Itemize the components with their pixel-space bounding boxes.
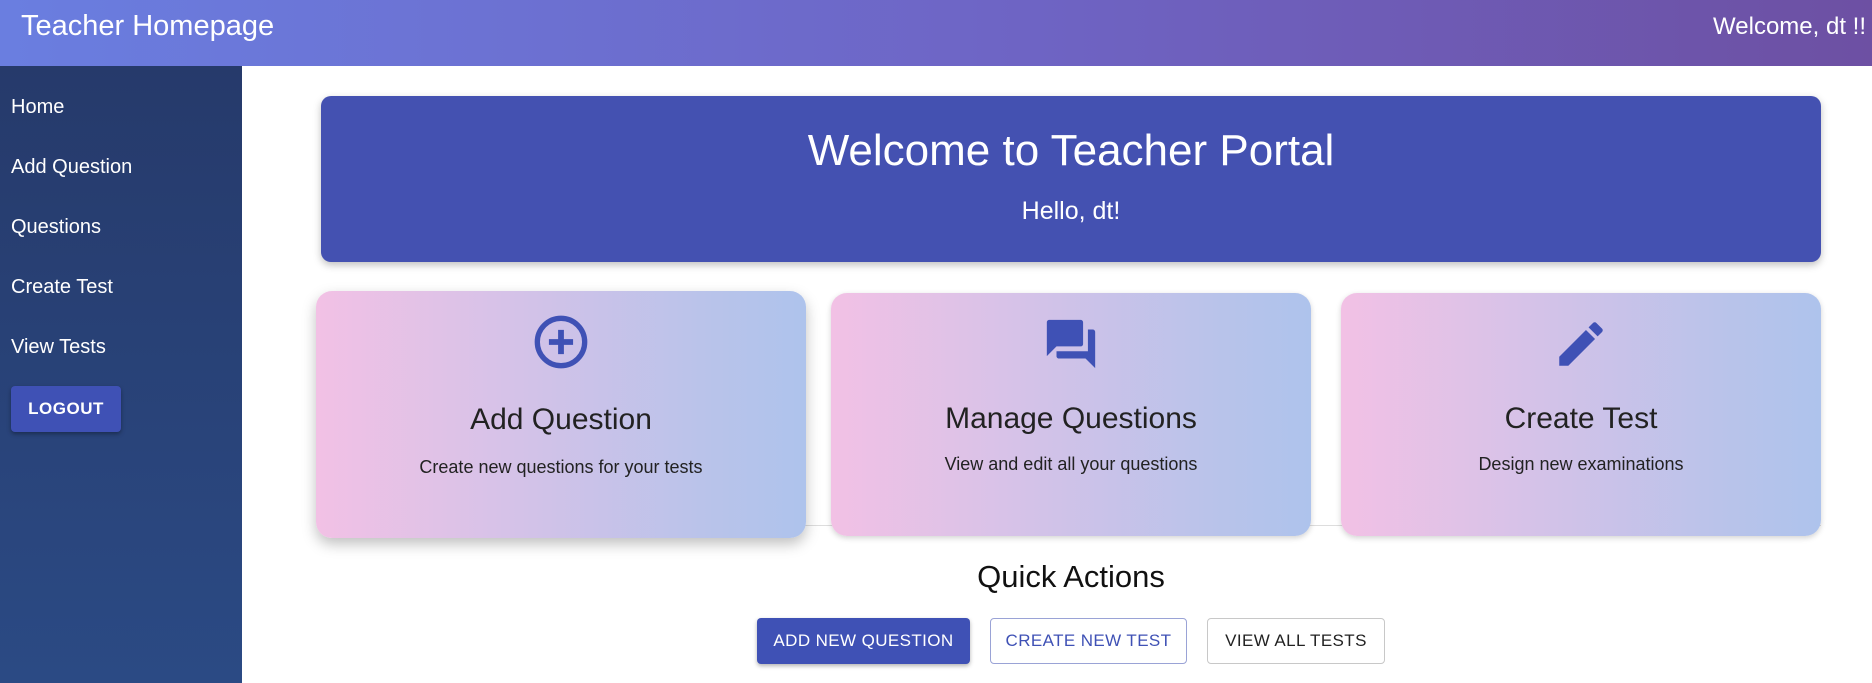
sidebar-item-create-test[interactable]: Create Test [11, 275, 113, 299]
card-add-question[interactable]: Add Question Create new questions for yo… [316, 291, 806, 538]
banner-greeting: Hello, dt! [1021, 197, 1121, 225]
view-all-tests-button[interactable]: VIEW ALL TESTS [1207, 618, 1385, 664]
add-new-question-button[interactable]: ADD NEW QUESTION [757, 618, 970, 664]
card-manage-questions[interactable]: Manage Questions View and edit all your … [831, 293, 1311, 536]
sidebar-item-home[interactable]: Home [11, 95, 64, 119]
card-description: View and edit all your questions [944, 454, 1198, 474]
chat-bubbles-icon [1046, 319, 1096, 369]
quick-actions-title: Quick Actions [977, 559, 1165, 594]
add-circle-icon [534, 315, 588, 369]
sidebar-item-view-tests[interactable]: View Tests [11, 335, 106, 359]
sidebar-item-questions[interactable]: Questions [11, 215, 101, 239]
top-app-bar: Teacher Homepage Welcome, dt !! [0, 0, 1872, 66]
pencil-icon [1559, 322, 1603, 366]
banner-title: Welcome to Teacher Portal [807, 126, 1335, 175]
card-title: Create Test [1504, 402, 1658, 435]
sidebar-item-add-question[interactable]: Add Question [11, 155, 132, 179]
card-title: Manage Questions [945, 402, 1197, 435]
card-description: Create new questions for your tests [419, 457, 703, 477]
logout-button[interactable]: LOGOUT [11, 386, 121, 432]
card-description: Design new examinations [1478, 454, 1684, 474]
welcome-user-text: Welcome, dt !! [1713, 13, 1866, 40]
sidebar: Home Add Question Questions Create Test … [0, 66, 242, 683]
card-create-test[interactable]: Create Test Design new examinations [1341, 293, 1821, 536]
welcome-banner: Welcome to Teacher Portal Hello, dt! [321, 96, 1821, 262]
card-title: Add Question [470, 403, 652, 436]
create-new-test-button[interactable]: CREATE NEW TEST [990, 618, 1187, 664]
app-title: Teacher Homepage [21, 10, 275, 42]
